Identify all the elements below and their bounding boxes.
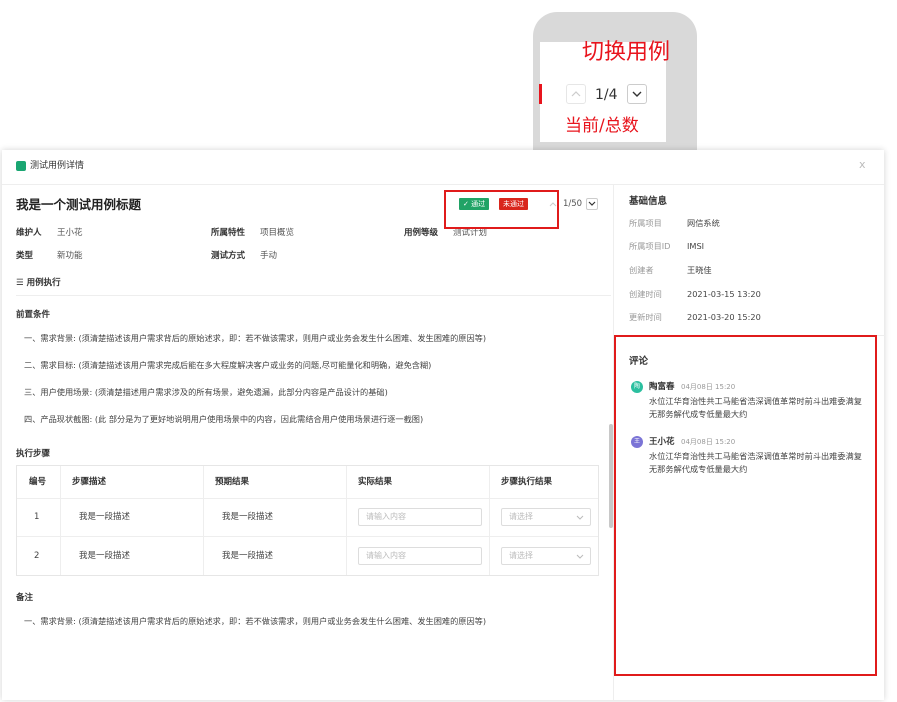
maintainer-value: 王小花 [57, 228, 83, 238]
table-divider [17, 498, 598, 499]
case-main-pane: 我是一个测试用例标题 ✓ 通过 未通过 1/50 维护人 王小花 所属特性 项目… [2, 185, 613, 700]
info-value: 2021-03-15 13:20 [687, 289, 761, 299]
callout-subtitle: 当前/总数 [565, 116, 639, 136]
step-number: 2 [34, 551, 40, 561]
step-number: 1 [34, 512, 40, 522]
step-expected: 我是一段描述 [222, 551, 274, 561]
chevron-up-icon [571, 91, 581, 97]
case-title: 我是一个测试用例标题 [16, 197, 142, 212]
select-placeholder: 请选择 [509, 512, 533, 521]
chevron-down-icon [632, 91, 642, 97]
method-value: 手动 [260, 251, 278, 261]
table-divider [203, 466, 204, 575]
comments-highlight-box [614, 335, 877, 676]
info-value: 2021-03-20 15:20 [687, 312, 761, 322]
info-label: 创建时间 [629, 289, 662, 299]
divider [16, 295, 611, 296]
notes-title: 备注 [16, 593, 34, 603]
info-value: 网信系统 [687, 218, 720, 228]
case-execution-tab[interactable]: ☰ 用例执行 [16, 277, 61, 289]
column-header: 预期结果 [215, 477, 250, 487]
type-value: 新功能 [57, 251, 83, 261]
close-icon[interactable]: x [859, 158, 866, 172]
column-header: 编号 [29, 477, 47, 487]
type-label: 类型 [16, 251, 34, 261]
step-description: 我是一段描述 [79, 512, 131, 522]
callout-counter: 1/4 [595, 87, 618, 103]
info-label: 创建者 [629, 265, 654, 275]
feature-label: 所属特性 [211, 228, 246, 238]
notes-text: 一、需求背景: (须清楚描述该用户需求背后的原始述求，即：若不做该需求，则用户或… [24, 616, 487, 626]
table-divider [489, 466, 490, 575]
maintainer-label: 维护人 [16, 228, 42, 238]
pass-fail-highlight-box [444, 190, 559, 229]
feature-value: 项目概览 [260, 228, 295, 238]
chevron-down-icon [576, 515, 584, 520]
step-expected: 我是一段描述 [222, 512, 274, 522]
precondition-item: 四、产品现状截图: (此 部分是为了更好地说明用户使用场景中的内容，因此需结合用… [24, 414, 424, 424]
precondition-item: 一、需求背景: (须清楚描述该用户需求背后的原始述求，即：若不做该需求，则用户或… [24, 333, 487, 343]
steps-title: 执行步骤 [16, 449, 51, 459]
basic-info-title: 基础信息 [629, 196, 668, 207]
step-description: 我是一段描述 [79, 551, 131, 561]
case-counter: 1/50 [563, 199, 583, 209]
table-divider [346, 466, 347, 575]
case-logo-icon [16, 161, 26, 171]
column-header: 实际结果 [358, 477, 393, 487]
table-divider [17, 536, 598, 537]
steps-table: 编号 步骤描述 预期结果 实际结果 步骤执行结果 1 我是一段描述 我是一段描述… [16, 465, 599, 576]
next-case-button[interactable] [586, 198, 598, 210]
precondition-item: 三、用户使用场景: (须清楚描述用户需求涉及的所有场景，避免遗漏，此部分内容是产… [24, 387, 388, 397]
precondition-item: 二、需求目标: (须清楚描述该用户需求完成后能在多大程度解决客户或业务的问题,尽… [24, 360, 432, 370]
column-header: 步骤描述 [72, 477, 107, 487]
select-placeholder: 请选择 [509, 551, 533, 560]
method-label: 测试方式 [211, 251, 246, 261]
info-label: 所属项目 [629, 218, 662, 228]
callout-prev-button[interactable] [566, 84, 586, 104]
callout-title: 切换用例 [582, 40, 671, 65]
info-label: 更新时间 [629, 312, 662, 322]
callout-red-marker [539, 84, 542, 104]
modal-title: 测试用例详情 [30, 161, 85, 171]
column-header: 步骤执行结果 [501, 477, 553, 487]
callout-next-button[interactable] [627, 84, 647, 104]
chevron-down-icon [588, 201, 596, 206]
step-result-select[interactable]: 请选择 [501, 508, 591, 526]
preconditions-title: 前置条件 [16, 310, 51, 320]
info-value: IMSI [687, 241, 705, 251]
step-result-select[interactable]: 请选择 [501, 547, 591, 565]
chevron-down-icon [576, 554, 584, 559]
actual-result-input[interactable]: 请输入内容 [358, 547, 482, 565]
level-label: 用例等级 [404, 228, 439, 238]
actual-result-input[interactable]: 请输入内容 [358, 508, 482, 526]
info-label: 所属项目ID [629, 241, 671, 251]
info-value: 王晓佳 [687, 265, 712, 275]
modal-header: 测试用例详情 x [2, 150, 884, 185]
table-divider [60, 466, 61, 575]
